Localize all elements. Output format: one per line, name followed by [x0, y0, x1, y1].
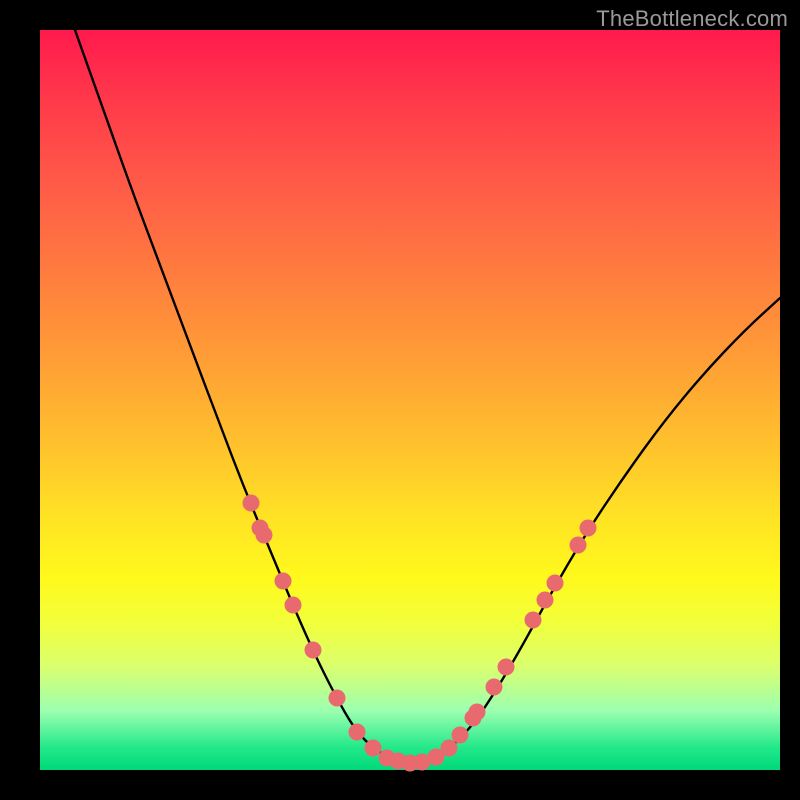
curve-dot — [525, 612, 542, 629]
chart-frame: TheBottleneck.com — [0, 0, 800, 800]
curve-dot — [452, 727, 469, 744]
curve-dot — [547, 575, 564, 592]
curve-dot — [329, 690, 346, 707]
curve-dot — [349, 724, 366, 741]
curve-dot — [498, 659, 515, 676]
curve-dot — [537, 592, 554, 609]
curve-dot — [469, 704, 486, 721]
curve-dot — [256, 527, 273, 544]
plot-area — [40, 30, 780, 770]
curve-dot — [570, 537, 587, 554]
bottleneck-curve-svg — [40, 30, 780, 770]
curve-data-dots — [243, 495, 597, 772]
curve-dot — [365, 740, 382, 757]
curve-dot — [441, 740, 458, 757]
curve-dot — [285, 597, 302, 614]
curve-dot — [486, 679, 503, 696]
curve-dot — [275, 573, 292, 590]
watermark-text: TheBottleneck.com — [596, 6, 788, 32]
curve-dot — [580, 520, 597, 537]
bottleneck-curve-path — [75, 30, 780, 762]
curve-dot — [305, 642, 322, 659]
curve-dot — [243, 495, 260, 512]
